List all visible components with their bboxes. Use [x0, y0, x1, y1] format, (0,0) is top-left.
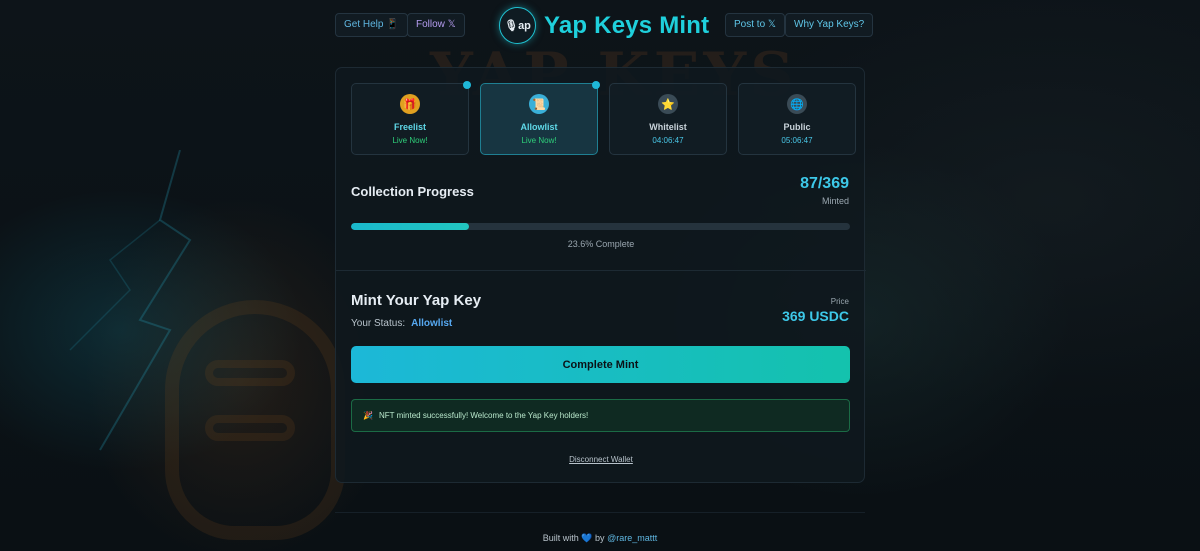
phase-timer: 05:06:47: [781, 136, 813, 145]
page-title: Yap Keys Mint: [544, 11, 710, 39]
phase-tabs: 🎁 Freelist Live Now! 📜 Allowlist Live No…: [351, 81, 856, 155]
complete-mint-button[interactable]: Complete Mint: [351, 346, 850, 383]
success-alert: 🎉 NFT minted successfully! Welcome to th…: [351, 399, 850, 432]
user-status: Your Status: Allowlist: [351, 318, 452, 329]
phase-name: Allowlist: [520, 122, 558, 132]
author-link[interactable]: @rare_mattt: [607, 533, 657, 543]
phase-freelist[interactable]: 🎁 Freelist Live Now!: [351, 81, 471, 155]
progress-title: Collection Progress: [351, 184, 474, 199]
progress-bar: [351, 223, 850, 230]
follow-x-button[interactable]: Follow 𝕏: [407, 13, 465, 37]
footer: Built with 💙 by @rare_mattt: [0, 533, 1200, 544]
built-with-text: Built with: [542, 533, 579, 543]
price-label: Price: [830, 297, 849, 306]
header: Get Help 📱 Follow 𝕏 🎙 ap Yap Keys Mint Po…: [0, 7, 1200, 45]
phase-allowlist[interactable]: 📜 Allowlist Live Now!: [480, 81, 600, 155]
lightning-art: [69, 150, 192, 451]
post-to-x-button[interactable]: Post to 𝕏: [725, 13, 785, 37]
get-help-button[interactable]: Get Help 📱: [335, 13, 408, 37]
why-yap-keys-button[interactable]: Why Yap Keys?: [785, 13, 874, 37]
minted-label: Minted: [821, 196, 849, 206]
status-label: Your Status:: [351, 318, 406, 329]
gift-icon: 🎁: [400, 94, 420, 114]
party-icon: 🎉: [363, 411, 373, 420]
phase-name: Freelist: [393, 122, 426, 132]
scroll-icon: 📜: [529, 94, 549, 114]
logo: 🎙 ap: [499, 7, 536, 44]
mint-card: 🎁 Freelist Live Now! 📜 Allowlist Live No…: [335, 67, 866, 483]
live-indicator: [592, 81, 600, 89]
footer-divider: [335, 512, 865, 513]
success-message: NFT minted successfully! Welcome to the …: [378, 411, 589, 420]
globe-icon: 🌐: [787, 94, 807, 114]
phase-timer: 04:06:47: [652, 136, 684, 145]
live-indicator: [463, 81, 471, 89]
price-value: 369 USDC: [782, 308, 849, 324]
status-value: Allowlist: [411, 318, 453, 329]
logo-text: ap: [518, 19, 531, 32]
disconnect-wallet-link[interactable]: Disconnect Wallet: [336, 455, 866, 464]
phase-status: Live Now!: [392, 136, 428, 145]
by-text: by: [595, 533, 605, 543]
mint-title: Mint Your Yap Key: [351, 292, 482, 309]
divider: [336, 270, 866, 271]
phase-name: Whitelist: [649, 122, 687, 132]
phase-status: Live Now!: [521, 136, 557, 145]
mic-icon: 🎙: [504, 20, 519, 32]
progress-bar-fill: [351, 223, 469, 230]
progress-percent: 23.6% Complete: [567, 239, 635, 249]
phase-whitelist[interactable]: ⭐ Whitelist 04:06:47: [609, 83, 727, 155]
heart-icon: 💙: [581, 533, 593, 543]
minted-count: 87/369: [800, 175, 849, 192]
phase-name: Public: [783, 122, 811, 132]
star-icon: ⭐: [658, 94, 678, 114]
brand: 🎙 ap Yap Keys Mint: [499, 7, 709, 44]
phase-public[interactable]: 🌐 Public 05:06:47: [738, 83, 856, 155]
